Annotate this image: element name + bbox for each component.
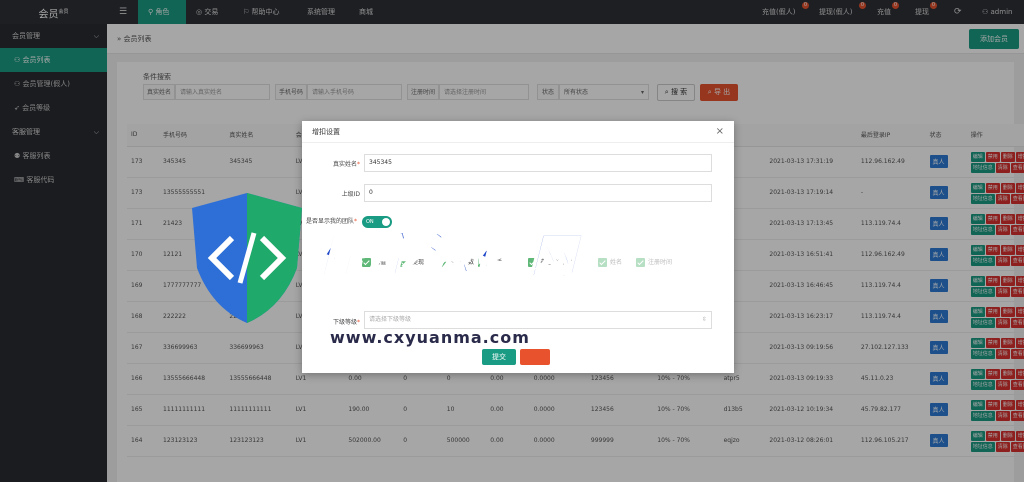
watermark: 程序源码网 www.cxyuanma.com [182,188,622,388]
checkbox-option[interactable]: 注册时间 [636,257,672,267]
watermark-url: www.cxyuanma.com [330,328,530,347]
checkbox-label: 注册时间 [648,259,673,266]
modal-title: 增扣设置 [312,128,340,136]
label-text: 真实姓名 [332,161,357,168]
realname-field[interactable]: 345345 [364,154,712,172]
modal-header: 增扣设置 × [302,121,734,143]
shield-logo [192,193,302,323]
watermark-text: 程序源码网 [311,226,582,286]
stepper-icon: ⇳ [701,316,707,323]
checkbox-icon [636,258,645,267]
realname-field-label: 真实姓名* [332,161,360,168]
close-icon[interactable]: × [716,121,724,143]
